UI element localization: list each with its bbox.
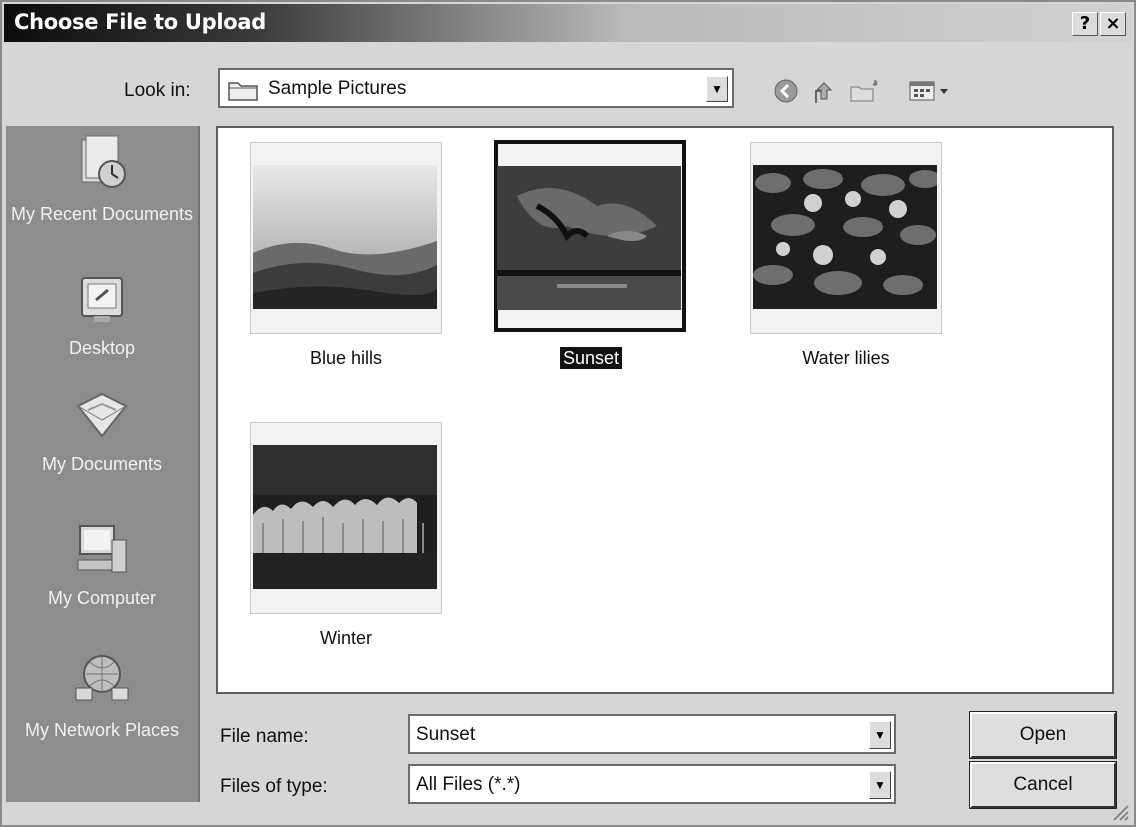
desktop-icon bbox=[6, 272, 198, 333]
window-title: Choose File to Upload bbox=[14, 10, 266, 34]
look-in-dropdown[interactable]: Sample Pictures ▼ bbox=[218, 68, 734, 108]
file-name-label: File name: bbox=[220, 726, 309, 747]
file-name-label: Blue hills bbox=[309, 348, 383, 368]
file-name-label: Water lilies bbox=[802, 348, 890, 368]
open-button[interactable]: Open bbox=[969, 711, 1117, 759]
blue-hills-thumbnail bbox=[253, 165, 437, 309]
file-name-label-selected: Sunset bbox=[495, 347, 687, 369]
sunset-thumbnail bbox=[497, 166, 681, 310]
file-name-label: Winter bbox=[319, 628, 372, 648]
place-label: My Documents bbox=[41, 454, 163, 474]
place-recent-documents[interactable]: My Recent Documents bbox=[6, 134, 198, 225]
recent-documents-icon bbox=[6, 134, 198, 199]
selected-file-name: Sunset bbox=[559, 347, 623, 369]
back-icon[interactable] bbox=[772, 76, 800, 106]
help-button[interactable]: ? bbox=[1072, 12, 1098, 36]
chevron-down-icon[interactable]: ▼ bbox=[706, 76, 728, 102]
new-folder-icon[interactable] bbox=[848, 76, 882, 106]
look-in-value: Sample Pictures bbox=[268, 78, 407, 99]
file-item-blue-hills[interactable] bbox=[250, 142, 442, 334]
files-of-type-select[interactable]: All Files (*.*) ▼ bbox=[408, 764, 896, 804]
place-label: Desktop bbox=[68, 338, 136, 358]
file-list[interactable]: Blue hills Sunset Water lilies Winter bbox=[216, 126, 1114, 694]
file-name-value: Sunset bbox=[416, 724, 476, 745]
close-button[interactable]: × bbox=[1100, 12, 1126, 36]
network-places-icon bbox=[6, 652, 198, 715]
chevron-down-icon[interactable]: ▼ bbox=[869, 721, 891, 749]
views-menu-icon[interactable] bbox=[908, 76, 952, 106]
folder-icon bbox=[228, 79, 258, 106]
water-lilies-thumbnail bbox=[753, 165, 937, 309]
place-label: My Computer bbox=[47, 588, 157, 608]
my-computer-icon bbox=[6, 522, 198, 583]
cancel-button[interactable]: Cancel bbox=[969, 761, 1117, 809]
title-bar: Choose File to Upload ? × bbox=[4, 4, 1132, 42]
place-label: My Recent Documents bbox=[10, 204, 194, 224]
place-label: My Network Places bbox=[24, 720, 180, 740]
files-of-type-value: All Files (*.*) bbox=[416, 774, 521, 795]
winter-thumbnail bbox=[253, 445, 437, 589]
file-item-winter[interactable] bbox=[250, 422, 442, 614]
look-in-label: Look in: bbox=[124, 80, 191, 101]
files-of-type-label: Files of type: bbox=[220, 776, 328, 797]
my-documents-icon bbox=[6, 388, 198, 449]
resize-grip-icon[interactable] bbox=[1108, 800, 1130, 822]
place-network-places[interactable]: My Network Places bbox=[6, 652, 198, 741]
file-item-water-lilies[interactable] bbox=[750, 142, 942, 334]
place-my-documents[interactable]: My Documents bbox=[6, 388, 198, 475]
file-name-field[interactable]: Sunset ▼ bbox=[408, 714, 896, 754]
chevron-down-icon[interactable]: ▼ bbox=[869, 771, 891, 799]
file-item-sunset[interactable] bbox=[494, 140, 686, 332]
file-upload-dialog: Choose File to Upload ? × Look in: Sampl… bbox=[0, 0, 1136, 827]
up-folder-icon[interactable] bbox=[810, 76, 838, 106]
places-bar: My Recent Documents Desktop My Documents… bbox=[6, 126, 200, 802]
place-my-computer[interactable]: My Computer bbox=[6, 522, 198, 609]
place-desktop[interactable]: Desktop bbox=[6, 272, 198, 359]
